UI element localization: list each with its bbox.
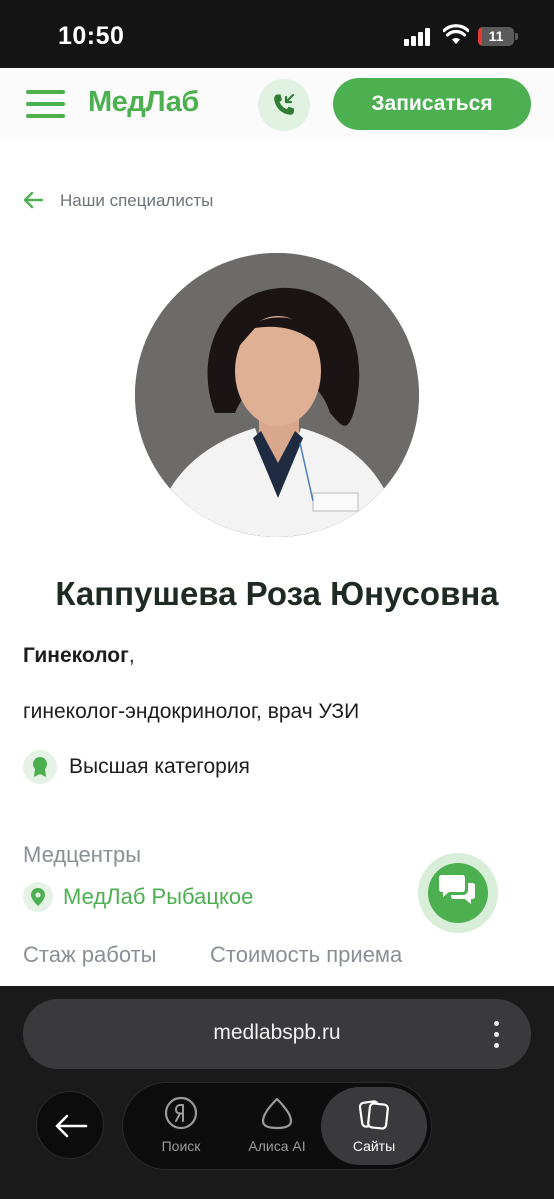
chat-button[interactable]	[418, 853, 498, 933]
center-name: МедЛаб Рыбацкое	[63, 884, 254, 909]
battery-icon: 11	[478, 27, 514, 46]
status-time: 10:50	[58, 22, 125, 50]
arrow-left-icon	[55, 1114, 88, 1138]
wifi-icon	[443, 24, 469, 44]
tab-sites[interactable]: Сайты	[321, 1087, 427, 1165]
tab-alice-label: Алиса AI	[248, 1138, 306, 1154]
tabs-icon	[358, 1100, 389, 1130]
call-button[interactable]	[258, 79, 310, 131]
doctor-name: Каппушева Роза Юнусовна	[55, 575, 499, 612]
doctor-specialties-extra: гинеколог-эндокринолог, врач УЗИ	[23, 700, 360, 723]
address-bar[interactable]: medlabspb.ru	[23, 999, 531, 1069]
browser-nav-tabs: Поиск Алиса AI Сайты	[122, 1082, 432, 1170]
cellular-signal-icon	[404, 28, 432, 46]
status-bar: 10:50 11	[0, 0, 554, 68]
site-logo[interactable]: МедЛаб	[88, 86, 199, 119]
more-options-icon[interactable]	[492, 1021, 500, 1049]
signup-button[interactable]: Записаться	[333, 78, 531, 130]
yandex-icon	[164, 1096, 198, 1130]
browser-back-button[interactable]	[36, 1091, 104, 1159]
site-header: МедЛаб Записаться	[0, 68, 554, 140]
category-label: Высшая категория	[69, 755, 250, 778]
specialty-suffix: ,	[128, 644, 135, 667]
address-url: medlabspb.ru	[213, 1021, 341, 1044]
menu-icon[interactable]	[26, 90, 65, 118]
experience-label: Стаж работы	[23, 942, 157, 967]
tab-sites-label: Сайты	[352, 1138, 396, 1154]
doctor-specialty: Гинеколог,	[23, 644, 135, 668]
tab-alice[interactable]: Алиса AI	[227, 1083, 327, 1169]
back-link-label: Наши специалисты	[60, 191, 214, 210]
specialty-main: Гинеколог	[23, 644, 129, 667]
phone-icon	[274, 93, 295, 115]
doctor-photo	[135, 253, 419, 537]
tab-search[interactable]: Поиск	[127, 1083, 235, 1169]
centers-label: Медцентры	[23, 842, 142, 867]
web-page: МедЛаб Записаться Наши специалисты Каппу	[0, 68, 554, 986]
browser-toolbar: medlabspb.ru Поиск Алиса AI Сайты	[0, 986, 554, 1199]
location-pin-icon	[23, 882, 53, 912]
award-icon	[23, 750, 57, 784]
battery-level: 11	[488, 28, 504, 44]
alice-icon	[261, 1097, 293, 1130]
chat-icon	[439, 875, 475, 904]
arrow-left-icon	[23, 191, 44, 209]
tab-search-label: Поиск	[161, 1138, 201, 1154]
price-label: Стоимость приема	[210, 942, 403, 967]
